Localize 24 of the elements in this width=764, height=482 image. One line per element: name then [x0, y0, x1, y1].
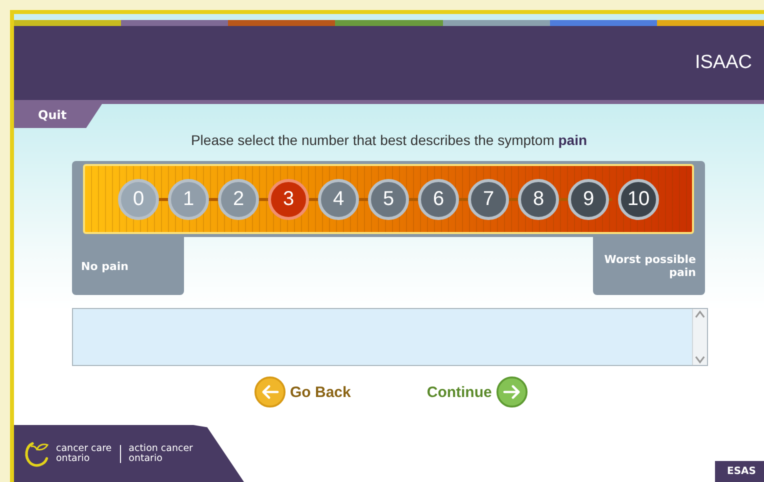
quit-button[interactable]: Quit [14, 104, 102, 128]
scale-option[interactable]: 1 [168, 178, 209, 220]
scrollbar[interactable] [692, 309, 707, 365]
question-text: Please select the number that best describes the symptom pain [190, 132, 588, 148]
continue-button[interactable]: Continue [426, 376, 528, 408]
scale-option[interactable]: 10 [618, 178, 659, 220]
logo-text-french: action cancer ontario [128, 444, 193, 463]
scroll-down-icon[interactable] [693, 354, 707, 365]
scale-option[interactable]: 2 [218, 178, 259, 220]
scale-option[interactable]: 8 [518, 178, 559, 220]
scale-option[interactable]: 9 [568, 178, 609, 220]
max-label: Worst possible pain [593, 237, 705, 295]
logo-text: cancer care ontario [56, 444, 112, 463]
esas-badge: ESAS [715, 461, 764, 482]
scale-option[interactable]: 7 [468, 178, 509, 220]
scale-option[interactable]: 5 [368, 178, 409, 220]
app-title: ISAAC [694, 52, 752, 74]
scroll-up-icon[interactable] [693, 309, 707, 320]
scale-option[interactable]: 3 [268, 178, 309, 220]
scale-option[interactable]: 6 [418, 178, 459, 220]
go-back-button[interactable]: Go Back [254, 376, 351, 408]
scale-option[interactable]: 4 [318, 178, 359, 220]
min-label: No pain [72, 237, 184, 295]
comment-field[interactable] [72, 308, 708, 366]
